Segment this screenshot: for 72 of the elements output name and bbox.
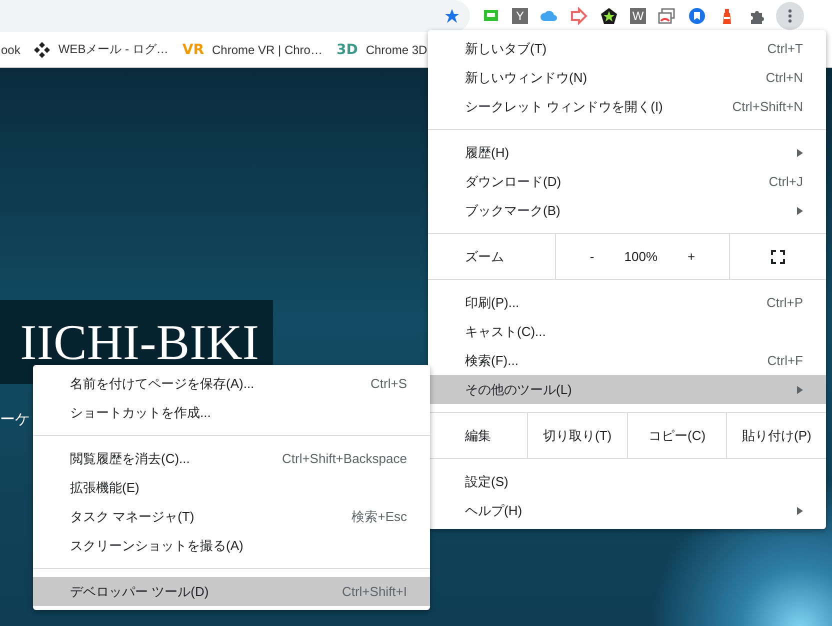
shortcut-text: Ctrl+Shift+N xyxy=(732,99,803,114)
diamonds-icon xyxy=(34,42,50,58)
bookmark-link[interactable]: Chrome VR | Chro… xyxy=(212,42,322,56)
menu-item-label: 新しいウィンドウ(N) xyxy=(465,68,588,86)
menu-item-label: 閲覧履歴を消去(C)... xyxy=(70,450,191,468)
menu-item[interactable]: 新しいタブ(T) Ctrl+T xyxy=(428,34,826,63)
menu-item-label: 拡張機能(E) xyxy=(70,478,140,496)
menu-item[interactable]: 名前を付けてページを保存(A)... Ctrl+S xyxy=(33,369,430,398)
menu-item[interactable]: デベロッパー ツール(D) Ctrl+Shift+I xyxy=(33,577,430,606)
fullscreen-icon[interactable] xyxy=(771,250,785,264)
letter-icon[interactable]: Y xyxy=(512,8,528,24)
bookmark-icon[interactable] xyxy=(688,7,706,25)
menu-item[interactable]: ブックマーク(B) xyxy=(428,196,826,225)
edit-label: 編集 xyxy=(464,426,492,444)
shortcut-text: Ctrl+Shift+Backspace xyxy=(282,451,407,466)
menu-item-label: タスク マネージャ(T) xyxy=(70,508,196,526)
star-icon[interactable] xyxy=(444,8,460,24)
menu-item[interactable]: 新しいウィンドウ(N) Ctrl+N xyxy=(428,63,826,92)
menu-item-label: ヘルプ(H) xyxy=(465,502,524,520)
menu-item[interactable]: 閲覧履歴を消去(C)... Ctrl+Shift+Backspace xyxy=(33,444,430,473)
shortcut-text: 検索+Esc xyxy=(352,508,407,526)
shortcut-text: Ctrl+T xyxy=(767,41,803,56)
menu-item[interactable]: ヘルプ(H) xyxy=(428,496,826,525)
menu-item-label: 検索(F)... xyxy=(465,352,520,370)
menu-item-label: ダウンロード(D) xyxy=(465,172,562,190)
menu-item-label: 名前を付けてページを保存(A)... xyxy=(70,374,256,392)
menu-item-label: 新しいタブ(T) xyxy=(465,40,548,58)
menu-item-label: ショートカットを作成... xyxy=(70,404,212,422)
page-title: IICHI-BIKI xyxy=(20,313,259,371)
menu-item[interactable]: 履歴(H) xyxy=(428,138,826,167)
letter-icon[interactable]: W xyxy=(630,8,646,24)
menu-item[interactable]: シークレット ウィンドウを開く(I) Ctrl+Shift+N xyxy=(428,92,826,121)
menu-item[interactable]: キャスト(C)... xyxy=(428,317,826,346)
arrow-icon[interactable] xyxy=(570,7,588,25)
menu-item[interactable]: スクリーンショットを撮る(A) xyxy=(33,531,430,560)
menu-item-label: 履歴(H) xyxy=(465,144,510,162)
pentagon-star-icon[interactable] xyxy=(600,7,618,25)
bookmark-link[interactable]: ook xyxy=(1,42,20,56)
bookmark-link[interactable]: Chrome 3D xyxy=(366,42,428,56)
menu-item[interactable]: ダウンロード(D) Ctrl+J xyxy=(428,167,826,196)
menu-item[interactable]: その他のツール(L) xyxy=(428,375,826,404)
bookmark-link[interactable]: WEBメール - ログ… xyxy=(58,41,168,58)
shortcut-text: Ctrl+S xyxy=(370,376,407,391)
shortcut-text: Ctrl+P xyxy=(766,295,803,310)
more-icon xyxy=(788,9,792,23)
menu-item-label: その他のツール(L) xyxy=(465,380,573,398)
menu-item-label: 設定(S) xyxy=(465,472,510,490)
zoom-in-button[interactable]: + xyxy=(680,245,704,268)
menu-item-label: シークレット ウィンドウを開く(I) xyxy=(465,98,664,116)
menu-item[interactable]: タスク マネージャ(T) 検索+Esc xyxy=(33,502,430,531)
menu-item[interactable]: 拡張機能(E) xyxy=(33,473,430,502)
zoom-label: ズーム xyxy=(464,248,505,266)
menu-item-label: 印刷(P)... xyxy=(465,294,520,312)
zoom-value: 100% xyxy=(624,249,658,264)
shortcut-text: Ctrl+N xyxy=(766,70,803,85)
menu-item-label: デベロッパー ツール(D) xyxy=(70,582,210,600)
page-subtitle: ーケ xyxy=(0,410,30,429)
shortcut-text: Ctrl+J xyxy=(768,174,803,189)
menu-item[interactable]: 印刷(P)... Ctrl+P xyxy=(428,288,826,317)
menu-button[interactable] xyxy=(776,2,804,30)
menu-item[interactable]: 検索(F)... Ctrl+F xyxy=(428,346,826,375)
shortcut-text: Ctrl+Shift+I xyxy=(342,584,407,599)
menu-item-label: ブックマーク(B) xyxy=(465,202,562,220)
menu-item-label: キャスト(C)... xyxy=(465,322,547,340)
logo-text: 3D xyxy=(336,42,358,58)
stacked-windows-icon[interactable] xyxy=(658,7,676,25)
zoom-out-button[interactable]: - xyxy=(582,245,602,268)
shortcut-text: Ctrl+F xyxy=(767,353,803,368)
menu-item-label: スクリーンショットを撮る(A) xyxy=(70,536,244,554)
menu-item[interactable]: ショートカットを作成... xyxy=(33,398,430,427)
logo-text: VR xyxy=(182,42,204,58)
menu-item[interactable]: 設定(S) xyxy=(428,467,826,496)
